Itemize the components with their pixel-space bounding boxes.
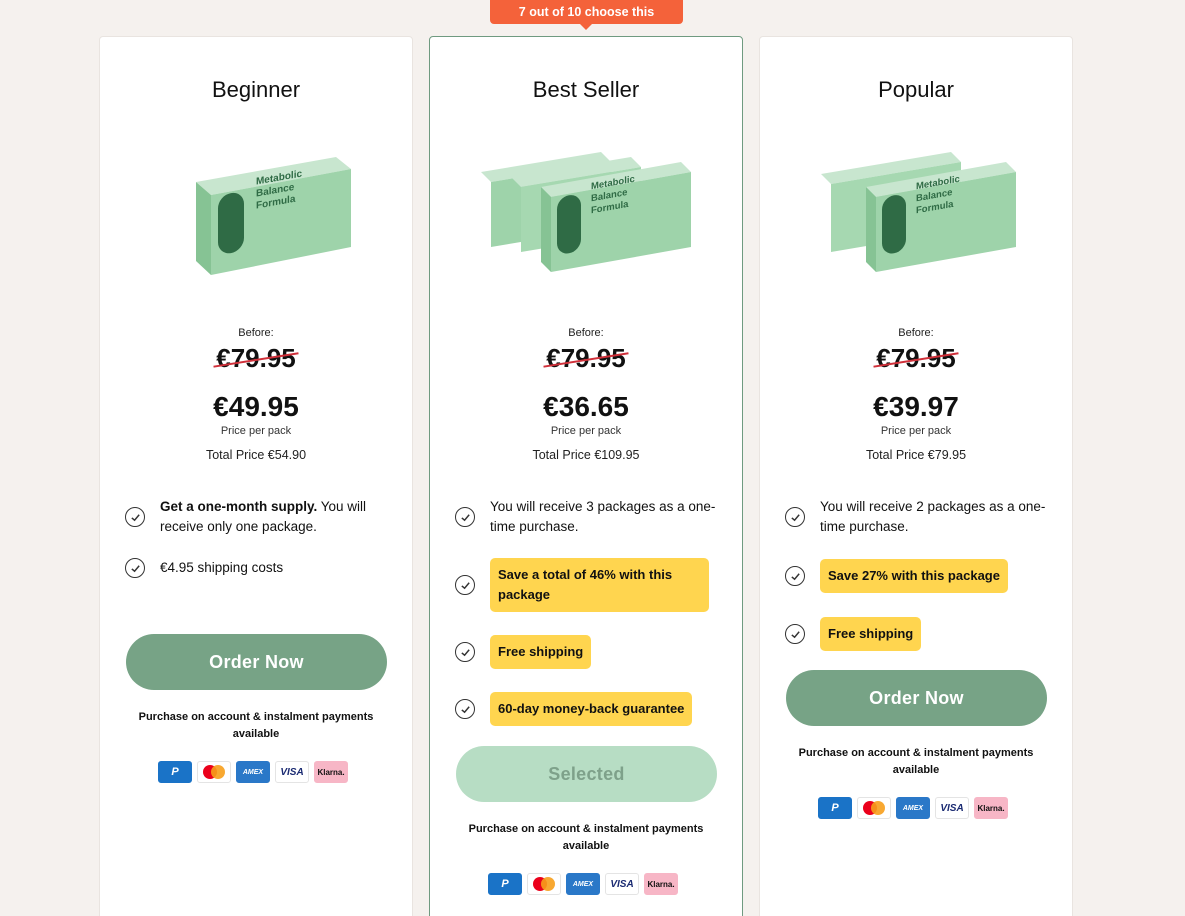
amex-icon: AMEX (896, 797, 930, 819)
old-price: €79.95 (546, 343, 626, 373)
plan-title: Best Seller (532, 77, 640, 102)
payment-methods: P AMEX VISA Klarna. (158, 761, 348, 783)
feature-item: Free shipping (785, 617, 1052, 651)
feature-item: Save 27% with this package (785, 559, 1052, 593)
check-circle-icon (125, 558, 145, 578)
per-pack-label: Price per pack (880, 425, 952, 437)
check-circle-icon (455, 575, 475, 595)
visa-icon: VISA (935, 797, 969, 819)
feature-item: You will receive 3 packages as a one-tim… (455, 497, 722, 537)
before-label: Before: (238, 327, 274, 339)
before-label: Before: (568, 327, 604, 339)
klarna-icon: Klarna. (974, 797, 1008, 819)
feature-text: €4.95 shipping costs (160, 560, 284, 575)
check-circle-icon (785, 507, 805, 527)
new-price: €36.65 (543, 391, 629, 422)
plan-title: Beginner (211, 77, 301, 102)
plan-card-beginner[interactable]: Beginner Metabolic Balance Formula Befor… (99, 36, 413, 916)
payment-note: Purchase on account & instalment payment… (138, 711, 374, 740)
feature-text: You will receive 3 packages as a one-tim… (490, 499, 716, 534)
highlight-pill: Free shipping (490, 635, 592, 669)
before-label: Before: (898, 327, 934, 339)
payment-methods: P AMEX VISA Klarna. (818, 797, 1008, 819)
total-price: Total Price €79.95 (865, 448, 967, 462)
amex-icon: AMEX (566, 873, 600, 895)
old-price: €79.95 (216, 343, 296, 373)
highlight-pill: Free shipping (820, 617, 922, 651)
check-circle-icon (455, 642, 475, 662)
order-now-button[interactable]: Order Now (786, 670, 1047, 726)
mastercard-icon (527, 873, 561, 895)
product-image-two-boxes: Metabolic Balance Formula (821, 152, 1016, 272)
paypal-icon: P (488, 873, 522, 895)
payment-methods: P AMEX VISA Klarna. (488, 873, 678, 895)
mastercard-icon (197, 761, 231, 783)
new-price: €39.97 (873, 391, 959, 422)
check-circle-icon (785, 624, 805, 644)
pricing-section: 7 out of 10 choose this Beginner Metabol… (0, 0, 1185, 916)
feature-item: €4.95 shipping costs (125, 558, 392, 578)
payment-note: Purchase on account & instalment payment… (798, 747, 1034, 776)
check-circle-icon (455, 507, 475, 527)
payment-note: Purchase on account & instalment payment… (468, 823, 704, 852)
feature-item: 60-day money-back guarantee (455, 692, 722, 726)
order-now-button[interactable]: Order Now (126, 634, 387, 690)
popular-badge: 7 out of 10 choose this (490, 0, 683, 30)
old-price: €79.95 (876, 343, 956, 373)
plan-card-best-seller[interactable]: Best Seller Metabolic Balance Formula Be… (429, 36, 743, 916)
per-pack-label: Price per pack (550, 425, 622, 437)
visa-icon: VISA (275, 761, 309, 783)
highlight-pill: Save a total of 46% with this package (490, 558, 709, 612)
visa-icon: VISA (605, 873, 639, 895)
feature-text: Get a one-month supply. You will receive… (160, 499, 367, 534)
amex-icon: AMEX (236, 761, 270, 783)
per-pack-label: Price per pack (220, 425, 292, 437)
paypal-icon: P (818, 797, 852, 819)
selected-button[interactable]: Selected (456, 746, 717, 802)
product-image-single-box: Metabolic Balance Formula (196, 157, 351, 275)
mastercard-icon (857, 797, 891, 819)
highlight-pill: 60-day money-back guarantee (490, 692, 693, 726)
feature-text: You will receive 2 packages as a one-tim… (820, 499, 1046, 534)
product-image-three-boxes: Metabolic Balance Formula (481, 152, 691, 272)
check-circle-icon (785, 566, 805, 586)
paypal-icon: P (158, 761, 192, 783)
new-price: €49.95 (213, 391, 299, 422)
total-price: Total Price €54.90 (205, 448, 307, 462)
feature-item: Save a total of 46% with this package (455, 558, 722, 612)
feature-item: Get a one-month supply. You will receive… (125, 497, 392, 537)
total-price: Total Price €109.95 (532, 448, 640, 462)
feature-item: You will receive 2 packages as a one-tim… (785, 497, 1052, 537)
highlight-pill: Save 27% with this package (820, 559, 1008, 593)
klarna-icon: Klarna. (644, 873, 678, 895)
klarna-icon: Klarna. (314, 761, 348, 783)
feature-item: Free shipping (455, 635, 722, 669)
plan-card-popular[interactable]: Popular Metabolic Balance Formula Before… (759, 36, 1073, 916)
check-circle-icon (125, 507, 145, 527)
check-circle-icon (455, 699, 475, 719)
plan-title: Popular (878, 77, 954, 102)
